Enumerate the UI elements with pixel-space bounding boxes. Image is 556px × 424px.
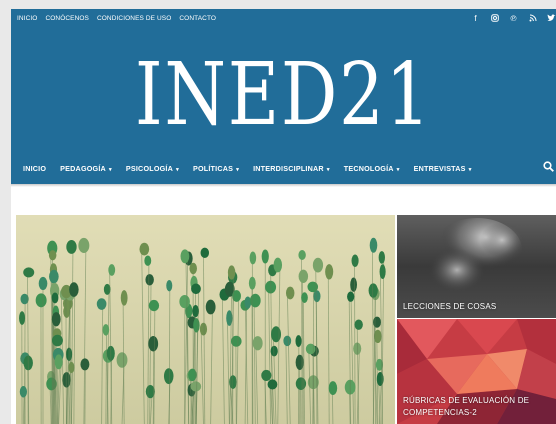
chevron-down-icon: ▾ [396,167,400,173]
chevron-down-icon: ▾ [468,167,472,173]
nav-item-psicologia[interactable]: PSICOLOGÍA ▾ [126,164,179,173]
pinterest-icon[interactable]: ℗ [509,14,518,24]
chevron-down-icon: ▾ [326,167,330,173]
nav-label: POLÍTICAS [192,164,234,173]
browser-page: INICIO CONÓCENOS CONDICIONES DE USO CONT… [11,9,556,424]
search-icon[interactable] [543,161,554,175]
side-post-rubricas[interactable]: RÚBRICAS DE EVALUACIÓN DE COMPETENCIAS-2 [397,319,556,424]
header-shadow [11,184,556,187]
nav-label: INTERDISCIPLINAR [253,164,324,173]
main-nav: INICIO PEDAGOGÍA ▾ PSICOLOGÍA ▾ POLÍTICAS ▾… [11,159,556,181]
nav-label: PEDAGOGÍA [60,164,106,173]
side-post-title[interactable]: RÚBRICAS DE EVALUACIÓN DE COMPETENCIAS-2 [403,395,529,419]
facebook-icon[interactable]: f [471,14,480,24]
title-line-2: COMPETENCIAS-2 [403,408,477,417]
site-logo[interactable]: INED21 [60,45,507,145]
site-header: INICIO CONÓCENOS CONDICIONES DE USO CONT… [11,9,556,184]
social-links: f ℗ [471,14,556,24]
nav-label: ENTREVISTAS [413,164,466,173]
chevron-down-icon: ▾ [176,167,179,173]
nav-label: PSICOLOGÍA [125,164,174,173]
nav-item-entrevistas[interactable]: ENTREVISTAS ▾ [414,164,472,173]
nav-label: TECNOLOGÍA [343,164,394,173]
nav-item-interdisciplinar[interactable]: INTERDISCIPLINAR ▾ [253,164,330,173]
nav-item-tecnologia[interactable]: TECNOLOGÍA ▾ [344,164,400,173]
instagram-icon[interactable] [490,14,499,24]
nav-items: INICIO PEDAGOGÍA ▾ PSICOLOGÍA ▾ POLÍTICAS ▾… [23,164,472,173]
twitter-icon[interactable] [547,14,556,24]
nav-item-pedagogia[interactable]: PEDAGOGÍA ▾ [60,164,112,173]
top-link-inicio[interactable]: INICIO [17,15,37,22]
top-link-conocenos[interactable]: CONÓCENOS [45,15,89,22]
featured-main-post-image[interactable] [16,215,395,424]
chevron-down-icon: ▾ [108,167,112,173]
side-post-title[interactable]: LECCIONES DE COSAS [403,301,496,313]
nav-label: INICIO [23,164,47,173]
top-links: INICIO CONÓCENOS CONDICIONES DE USO CONT… [17,15,216,22]
chevron-down-icon: ▾ [236,167,240,173]
side-post-lecciones[interactable]: LECCIONES DE COSAS [397,215,556,318]
nav-item-politicas[interactable]: POLÍTICAS ▾ [193,164,239,173]
rss-icon[interactable] [528,14,537,24]
title-line-1: RÚBRICAS DE EVALUACIÓN DE [403,396,530,405]
top-link-contacto[interactable]: CONTACTO [179,15,216,22]
top-link-condiciones[interactable]: CONDICIONES DE USO [97,15,171,22]
top-bar: INICIO CONÓCENOS CONDICIONES DE USO CONT… [11,9,556,31]
nav-item-inicio[interactable]: INICIO [23,164,46,173]
